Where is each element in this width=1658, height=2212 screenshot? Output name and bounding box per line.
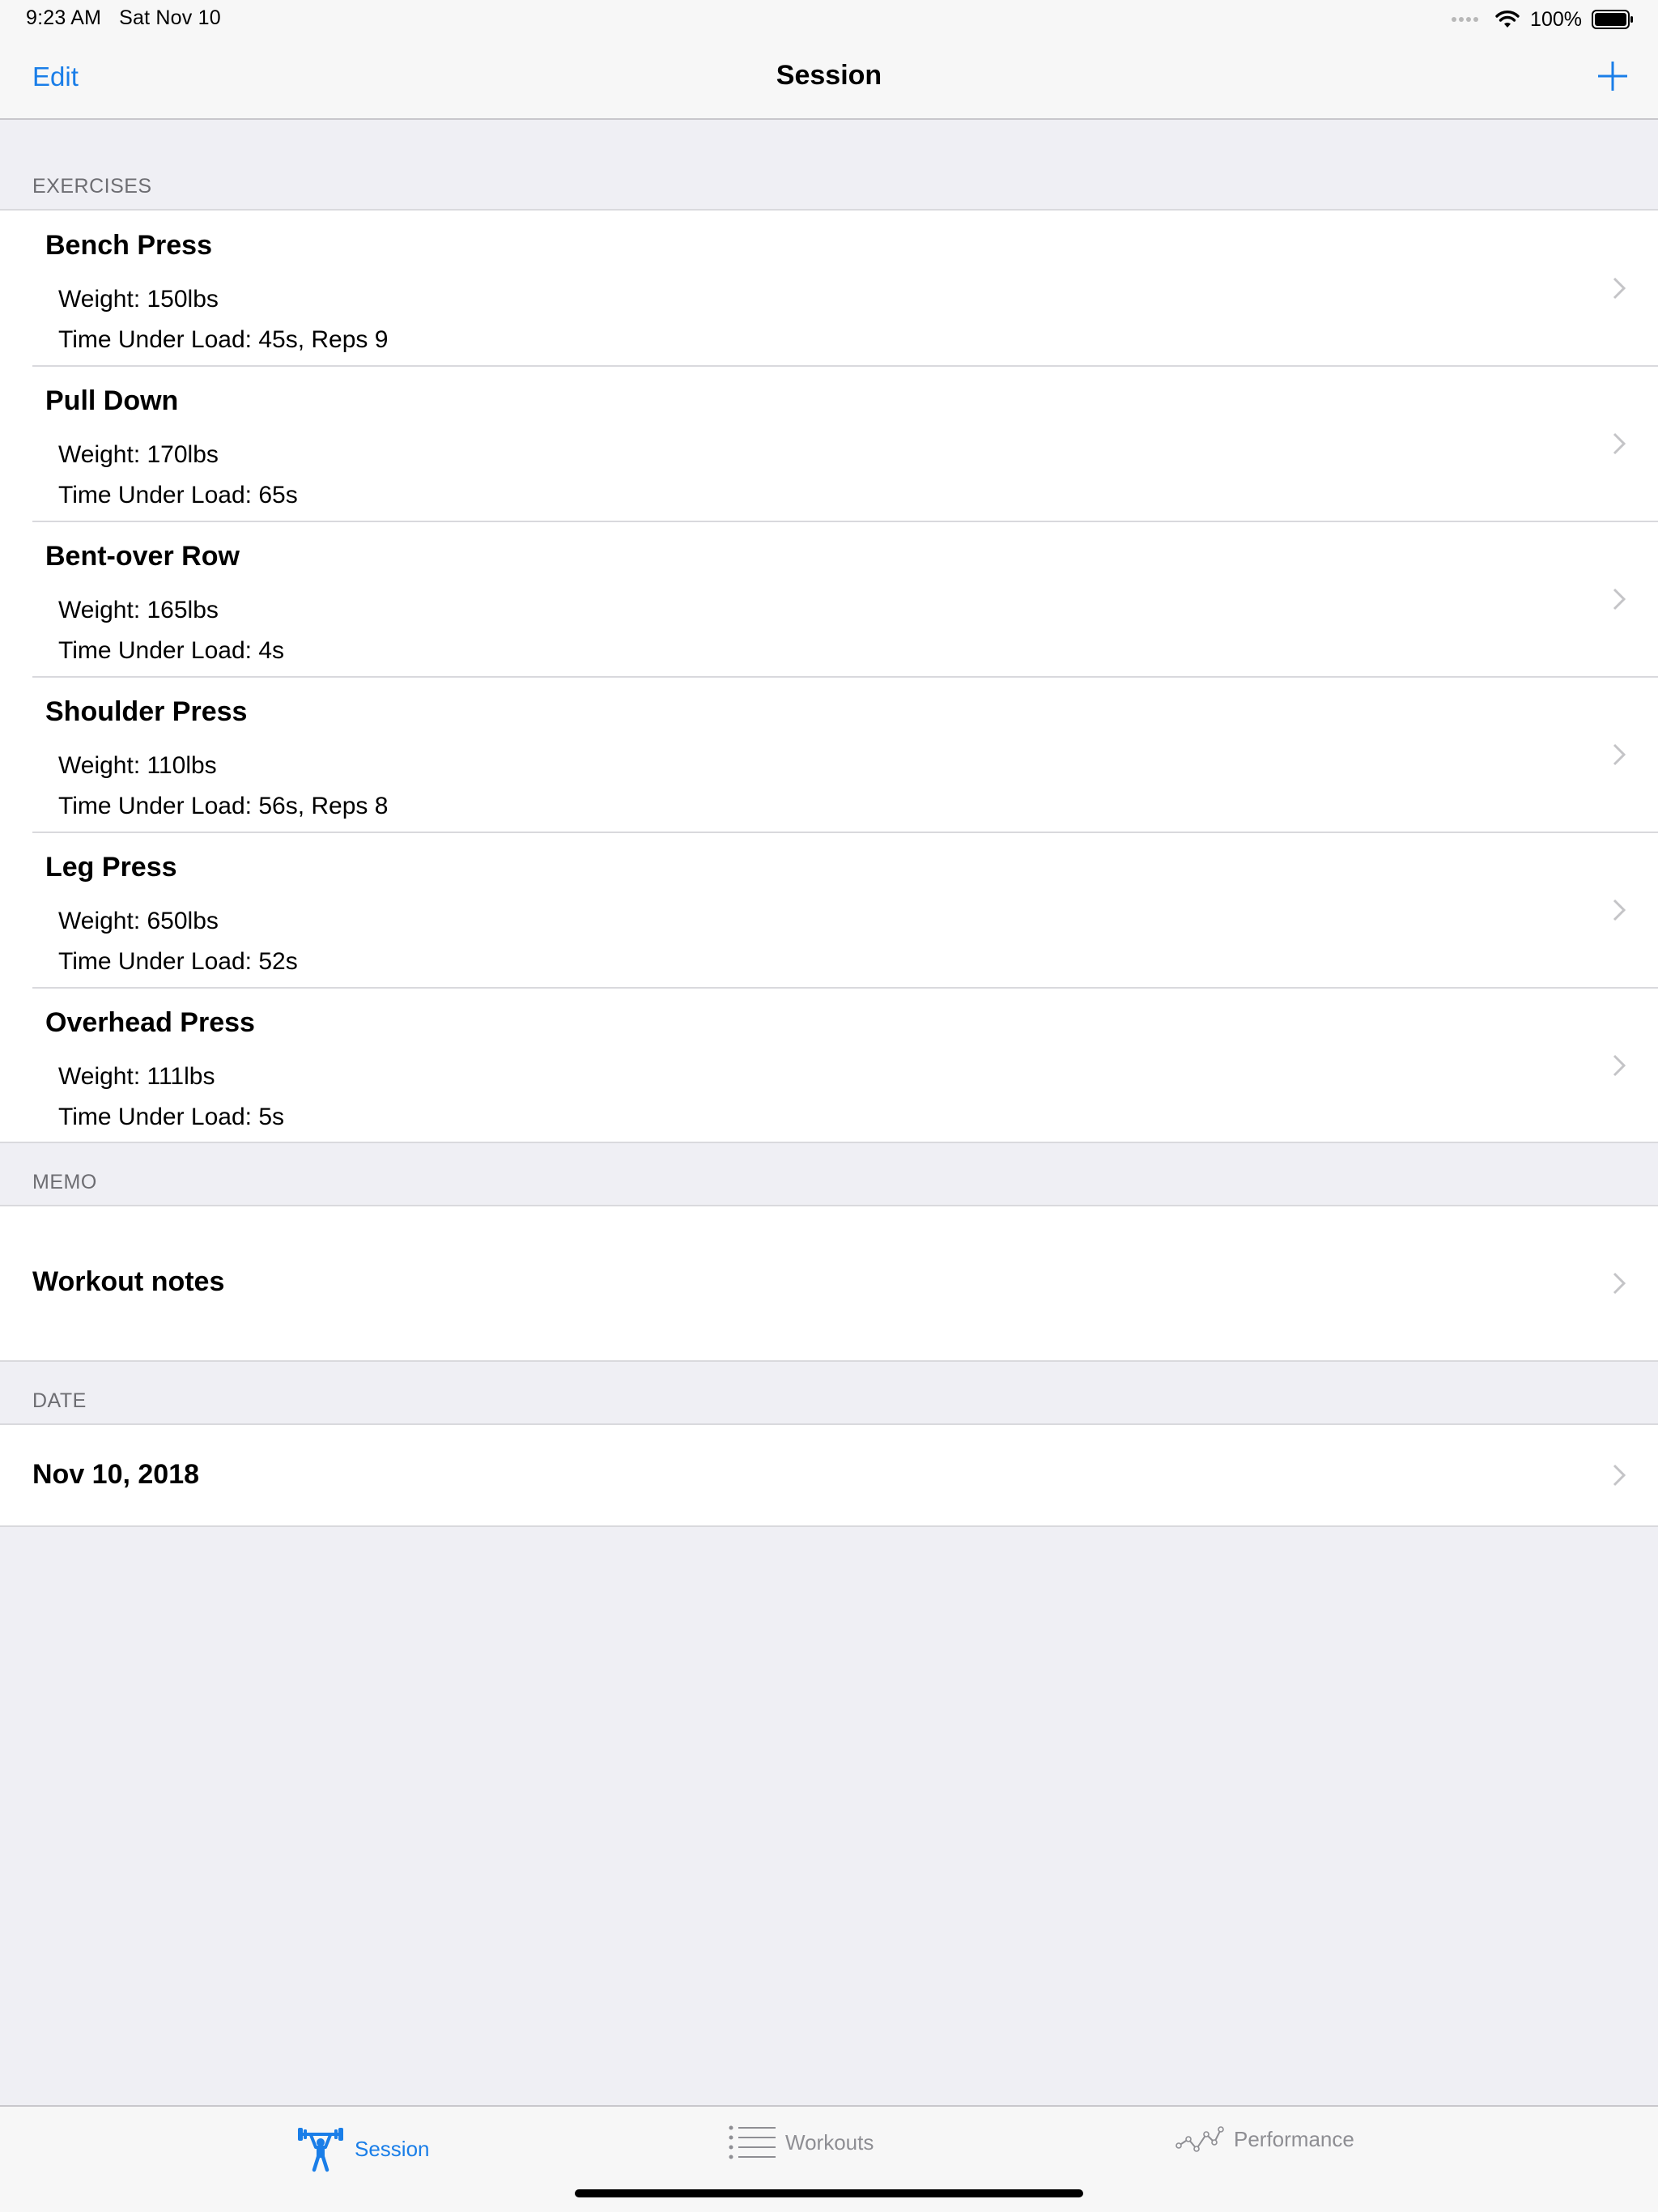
battery-percent: 100% — [1530, 7, 1582, 31]
tab-session-label: Session — [355, 2136, 430, 2161]
chevron-right-icon — [1613, 277, 1626, 300]
chevron-right-icon — [1613, 1272, 1626, 1295]
status-bar: 9:23 AM Sat Nov 10 100% — [0, 0, 1658, 39]
signal-dots-icon — [1452, 17, 1479, 22]
exercise-weight: Weight: 170lbs — [58, 441, 219, 468]
memo-group: Workout notes — [0, 1205, 1658, 1362]
exercise-name: Bent-over Row — [45, 541, 240, 572]
status-time: 9:23 AM — [26, 6, 102, 29]
chevron-right-icon — [1613, 899, 1626, 921]
chevron-right-icon — [1613, 588, 1626, 610]
exercise-row-leg-press[interactable]: Leg Press Weight: 650lbs Time Under Load… — [0, 832, 1658, 988]
page-title: Session — [776, 60, 882, 91]
exercise-weight: Weight: 165lbs — [58, 597, 219, 623]
exercise-name: Pull Down — [45, 385, 179, 416]
exercise-weight: Weight: 111lbs — [58, 1063, 215, 1090]
tab-workouts[interactable]: Workouts — [729, 2125, 874, 2160]
workout-notes-row[interactable]: Workout notes — [0, 1206, 1658, 1360]
tab-performance-label: Performance — [1234, 2126, 1354, 2151]
exercise-row-bent-over-row[interactable]: Bent-over Row Weight: 165lbs Time Under … — [0, 521, 1658, 677]
exercise-weight: Weight: 110lbs — [58, 752, 217, 779]
list-icon — [729, 2125, 776, 2159]
weightlifter-icon — [298, 2128, 343, 2172]
exercise-weight: Weight: 650lbs — [58, 908, 219, 934]
exercise-time-under-load: Time Under Load: 52s — [58, 948, 298, 975]
exercise-time-under-load: Time Under Load: 5s — [58, 1104, 285, 1130]
status-right: 100% — [1452, 6, 1634, 32]
exercise-name: Bench Press — [45, 230, 212, 261]
exercise-name: Shoulder Press — [45, 696, 248, 727]
line-chart-icon — [1175, 2126, 1224, 2152]
chevron-right-icon — [1613, 432, 1626, 455]
status-date: Sat Nov 10 — [119, 6, 221, 29]
exercises-section-header: EXERCISES — [32, 175, 152, 198]
session-date-row[interactable]: Nov 10, 2018 — [0, 1425, 1658, 1525]
memo-section-header: MEMO — [32, 1171, 97, 1193]
add-button[interactable] — [1595, 58, 1630, 94]
tab-session[interactable]: Session — [296, 2125, 430, 2173]
nav-bar: Edit Session — [0, 39, 1658, 120]
session-date-label: Nov 10, 2018 — [32, 1459, 200, 1490]
home-indicator[interactable] — [575, 2189, 1083, 2197]
exercise-time-under-load: Time Under Load: 4s — [58, 637, 285, 664]
exercise-row-bench-press[interactable]: Bench Press Weight: 150lbs Time Under Lo… — [0, 211, 1658, 366]
exercise-list: Bench Press Weight: 150lbs Time Under Lo… — [0, 209, 1658, 1143]
exercise-name: Leg Press — [45, 852, 177, 883]
exercise-row-pull-down[interactable]: Pull Down Weight: 170lbs Time Under Load… — [0, 365, 1658, 521]
exercise-name: Overhead Press — [45, 1007, 255, 1038]
chevron-right-icon — [1613, 743, 1626, 766]
tab-workouts-label: Workouts — [785, 2129, 874, 2155]
exercise-time-under-load: Time Under Load: 45s, Reps 9 — [58, 326, 389, 353]
workout-notes-label: Workout notes — [32, 1266, 225, 1297]
date-section-header: DATE — [32, 1389, 87, 1412]
status-left: 9:23 AM Sat Nov 10 — [26, 6, 221, 30]
tab-performance[interactable]: Performance — [1175, 2125, 1354, 2154]
exercise-weight: Weight: 150lbs — [58, 286, 219, 313]
exercise-row-overhead-press[interactable]: Overhead Press Weight: 111lbs Time Under… — [0, 987, 1658, 1143]
exercise-time-under-load: Time Under Load: 65s — [58, 482, 298, 508]
battery-icon — [1592, 10, 1633, 29]
wifi-icon — [1495, 11, 1520, 28]
exercise-time-under-load: Time Under Load: 56s, Reps 8 — [58, 793, 389, 819]
date-group: Nov 10, 2018 — [0, 1423, 1658, 1527]
exercise-row-shoulder-press[interactable]: Shoulder Press Weight: 110lbs Time Under… — [0, 676, 1658, 832]
chevron-right-icon — [1613, 1464, 1626, 1487]
chevron-right-icon — [1613, 1054, 1626, 1077]
